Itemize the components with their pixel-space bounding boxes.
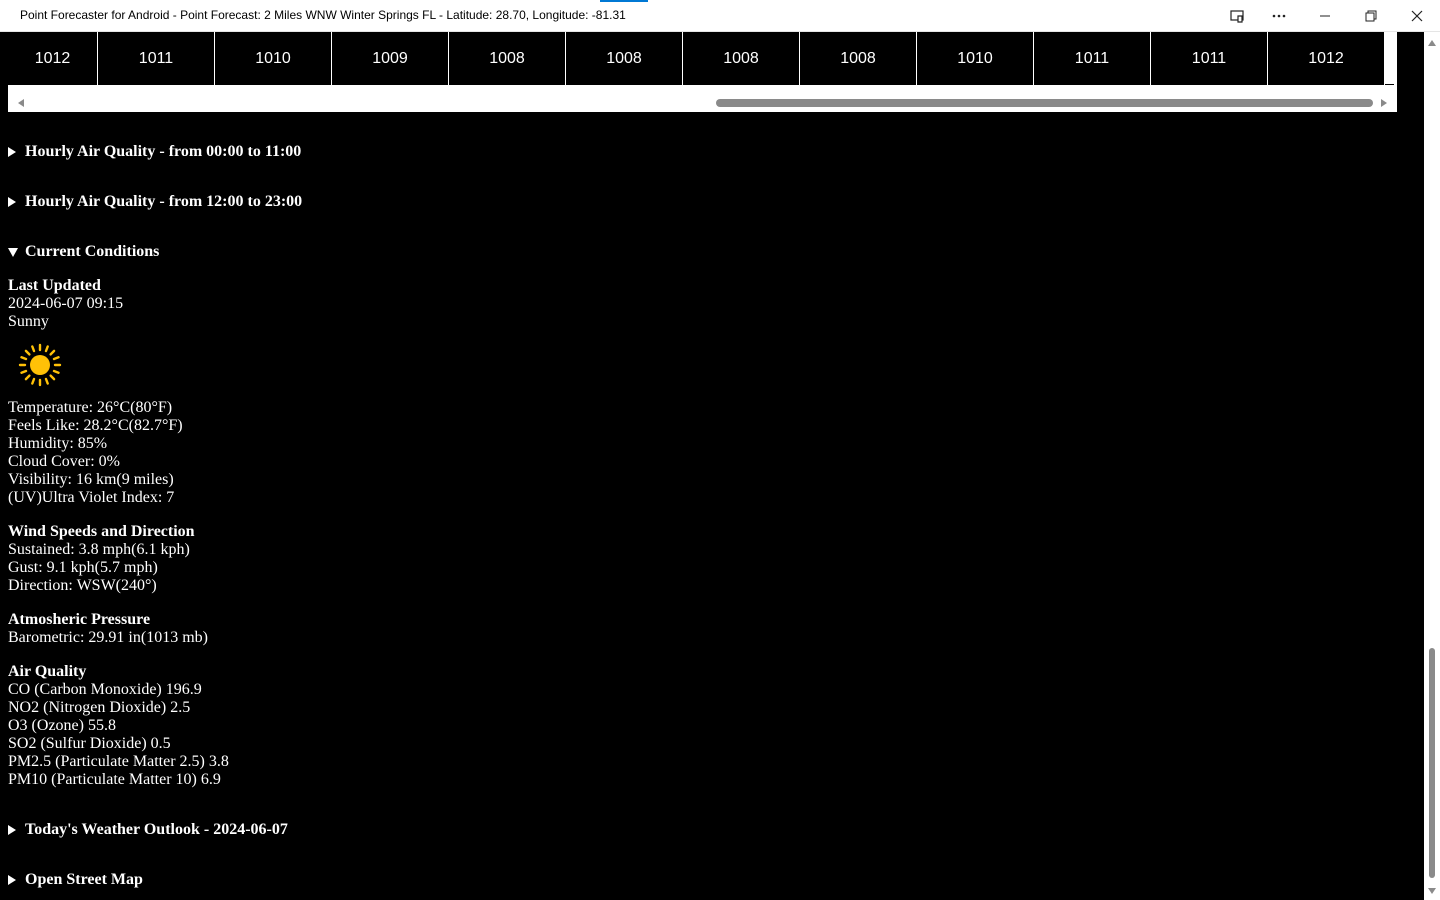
- wind-gust: Gust: 9.1 kph(5.7 mph): [8, 559, 158, 576]
- aq-pm25: PM2.5 (Particulate Matter 2.5) 3.8: [8, 753, 229, 770]
- table-cell: 1008: [800, 32, 917, 85]
- aq-so2: SO2 (Sulfur Dioxide) 0.5: [8, 735, 171, 752]
- vertical-scrollbar[interactable]: [1424, 32, 1440, 900]
- aq-co: CO (Carbon Monoxide) 196.9: [8, 681, 202, 698]
- title-bar: Point Forecaster for Android - Point For…: [0, 0, 1440, 32]
- table-cell: 1008: [566, 32, 683, 85]
- scroll-up-icon[interactable]: [1428, 40, 1436, 46]
- wind-direction: Direction: WSW(240°): [8, 577, 157, 594]
- wind-sustained: Sustained: 3.8 mph(6.1 kph): [8, 541, 190, 558]
- page-content: 1012 1011 1010 1009 1008 1008 1008 1008 …: [0, 32, 1424, 900]
- temperature: Temperature: 26°C(80°F): [8, 399, 173, 416]
- disclosure-right-icon: [8, 825, 16, 835]
- table-cell: 1011: [1034, 32, 1151, 85]
- minimize-icon[interactable]: [1302, 0, 1348, 32]
- scroll-down-icon[interactable]: [1428, 888, 1436, 894]
- table-cell: 1011: [98, 32, 215, 85]
- title-accent: [600, 0, 648, 2]
- disclosure-right-icon: [8, 147, 16, 157]
- aq-no2: NO2 (Nitrogen Dioxide) 2.5: [8, 699, 191, 716]
- last-updated-label: Last Updated: [8, 277, 101, 294]
- feels-like: Feels Like: 28.2°C(82.7°F): [8, 417, 183, 434]
- section-label: Today's Weather Outlook - 2024-06-07: [25, 821, 288, 838]
- section-open-street-map[interactable]: Open Street Map: [8, 871, 143, 889]
- window-title: Point Forecaster for Android - Point For…: [20, 8, 626, 22]
- table-cell: 1008: [683, 32, 800, 85]
- section-label: Current Conditions: [25, 243, 160, 260]
- barometric-pressure: Barometric: 29.91 in(1013 mb): [8, 629, 208, 646]
- last-updated-value: 2024-06-07 09:15: [8, 295, 124, 312]
- aq-pm10: PM10 (Particulate Matter 10) 6.9: [8, 771, 221, 788]
- visibility: Visibility: 16 km(9 miles): [8, 471, 174, 488]
- close-icon[interactable]: [1394, 0, 1440, 32]
- disclosure-right-icon: [8, 875, 16, 885]
- table-cell: 1009: [332, 32, 449, 85]
- table-cell: 1010: [215, 32, 332, 85]
- table-cell: 1011: [1151, 32, 1268, 85]
- section-air-quality-am[interactable]: Hourly Air Quality - from 00:00 to 11:00: [8, 143, 301, 161]
- cloud-cover: Cloud Cover: 0%: [8, 453, 120, 470]
- disclosure-down-icon: [8, 247, 18, 257]
- aq-o3: O3 (Ozone) 55.8: [8, 717, 116, 734]
- section-label: Open Street Map: [25, 871, 143, 888]
- section-weather-outlook[interactable]: Today's Weather Outlook - 2024-06-07: [8, 821, 288, 839]
- section-current-conditions[interactable]: Current Conditions: [8, 243, 159, 261]
- uv-index: (UV)Ultra Violet Index: 7: [8, 489, 175, 506]
- condition-text: Sunny: [8, 313, 49, 330]
- disclosure-right-icon: [8, 197, 16, 207]
- humidity: Humidity: 85%: [8, 435, 108, 452]
- more-icon[interactable]: [1256, 0, 1302, 32]
- section-label: Hourly Air Quality - from 12:00 to 23:00: [25, 193, 303, 210]
- scroll-right-icon[interactable]: [1381, 99, 1387, 107]
- air-quality-heading: Air Quality: [8, 663, 87, 680]
- table-cell: 1010: [917, 32, 1034, 85]
- horizontal-scroll-thumb[interactable]: [716, 99, 1373, 107]
- horizontal-scrollbar[interactable]: [8, 95, 1397, 111]
- table-cell: 1012: [8, 32, 98, 85]
- sun-icon: [18, 343, 62, 387]
- table-cell: 1012: [1268, 32, 1385, 85]
- wind-heading: Wind Speeds and Direction: [8, 523, 195, 540]
- section-air-quality-pm[interactable]: Hourly Air Quality - from 12:00 to 23:00: [8, 193, 302, 211]
- cast-icon[interactable]: [1214, 0, 1260, 32]
- scroll-left-icon[interactable]: [18, 99, 24, 107]
- section-label: Hourly Air Quality - from 00:00 to 11:00: [25, 143, 302, 160]
- table-cell: 1008: [449, 32, 566, 85]
- vertical-scroll-thumb[interactable]: [1429, 648, 1435, 878]
- pressure-heading: Atmosheric Pressure: [8, 611, 151, 628]
- restore-icon[interactable]: [1348, 0, 1394, 32]
- hourly-table: 1012 1011 1010 1009 1008 1008 1008 1008 …: [8, 32, 1397, 112]
- table-row: 1012 1011 1010 1009 1008 1008 1008 1008 …: [8, 32, 1394, 85]
